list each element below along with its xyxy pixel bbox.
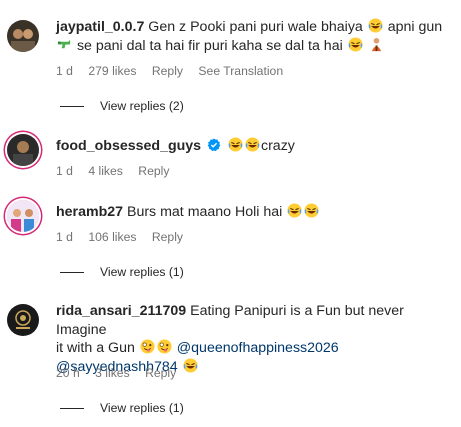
username[interactable]: rida_ansari_211709 <box>56 303 186 319</box>
comment-meta: 1 d 106 likes Reply <box>56 230 195 244</box>
water-pistol-icon <box>57 39 71 48</box>
view-replies-button[interactable]: View replies (1) <box>60 265 184 279</box>
comment-meta: 1 d 279 likes Reply See Translation <box>56 64 295 78</box>
timestamp: 1 d <box>56 164 73 178</box>
avatar[interactable] <box>7 134 39 166</box>
view-replies-button[interactable]: View replies (1) <box>60 401 184 415</box>
laugh-emoji-icon <box>348 37 363 52</box>
timestamp: 1 d <box>56 230 73 244</box>
verified-badge-icon <box>207 138 221 152</box>
reply-button[interactable]: Reply <box>152 230 183 244</box>
replies-line <box>60 272 84 274</box>
replies-line <box>60 408 84 410</box>
comment-text: rida_ansari_211709 Eating Panipuri is a … <box>56 303 404 375</box>
laugh-emoji-icon <box>304 203 319 218</box>
timestamp: 20 h <box>56 366 80 380</box>
laugh-emoji-icon <box>287 203 302 218</box>
avatar[interactable] <box>7 200 39 232</box>
comment-meta: 20 h 3 likes Reply <box>56 366 188 380</box>
person-icon <box>371 37 381 51</box>
comment-text: food_obsessed_guys crazy <box>56 137 295 154</box>
laugh-emoji-icon <box>368 18 383 33</box>
username[interactable]: food_obsessed_guys <box>56 138 201 154</box>
replies-line <box>60 106 84 108</box>
username[interactable]: jaypatil_0.0.7 <box>56 19 144 35</box>
laugh-emoji-icon <box>245 137 260 152</box>
comment-text: jaypatil_0.0.7 Gen z Pooki pani puri wal… <box>56 18 443 54</box>
zany-face-icon <box>140 339 155 354</box>
comment-meta: 1 d 4 likes Reply <box>56 164 181 178</box>
likes-count[interactable]: 279 likes <box>88 64 136 78</box>
laugh-emoji-icon <box>228 137 243 152</box>
see-translation-button[interactable]: See Translation <box>198 64 283 78</box>
avatar[interactable] <box>7 20 39 52</box>
likes-count[interactable]: 4 likes <box>88 164 123 178</box>
reply-button[interactable]: Reply <box>152 64 183 78</box>
reply-button[interactable]: Reply <box>145 366 176 380</box>
avatar[interactable] <box>7 304 39 336</box>
timestamp: 1 d <box>56 64 73 78</box>
mention-link[interactable]: @queenofhappiness2026 <box>177 340 339 356</box>
view-replies-button[interactable]: View replies (2) <box>60 99 184 113</box>
username[interactable]: heramb27 <box>56 204 123 220</box>
comment-text: heramb27 Burs mat maano Holi hai <box>56 203 451 222</box>
reply-button[interactable]: Reply <box>138 164 169 178</box>
likes-count[interactable]: 106 likes <box>88 230 136 244</box>
likes-count[interactable]: 3 likes <box>95 366 130 380</box>
zany-face-icon <box>157 339 172 354</box>
